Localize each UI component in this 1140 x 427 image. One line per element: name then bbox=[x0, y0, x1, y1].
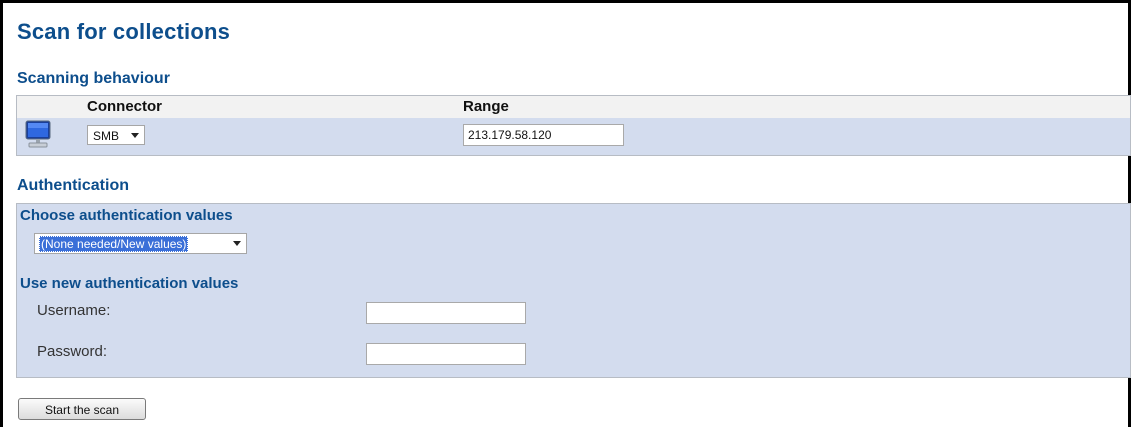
connector-select-value: SMB bbox=[93, 129, 120, 143]
scanning-row: SMB bbox=[17, 118, 1130, 155]
authentication-panel: Choose authentication values (None neede… bbox=[16, 203, 1131, 378]
scanning-table-header: Connector Range bbox=[17, 96, 1130, 119]
scanning-heading: Scanning behaviour bbox=[17, 70, 170, 87]
range-input[interactable] bbox=[463, 124, 624, 146]
password-field[interactable] bbox=[366, 343, 526, 365]
auth-values-select[interactable]: (None needed/New values) bbox=[34, 233, 247, 254]
range-column-header: Range bbox=[463, 98, 509, 115]
chevron-down-icon bbox=[233, 241, 241, 246]
username-field[interactable] bbox=[366, 302, 526, 324]
chevron-down-icon bbox=[131, 133, 139, 138]
start-scan-button[interactable]: Start the scan bbox=[18, 398, 146, 420]
scanning-table: Connector Range SMB bbox=[16, 95, 1131, 156]
username-label: Username: bbox=[37, 302, 111, 319]
authentication-heading: Authentication bbox=[17, 177, 129, 194]
new-auth-heading: Use new authentication values bbox=[20, 275, 239, 292]
connector-select[interactable]: SMB bbox=[87, 125, 145, 145]
computer-monitor-icon bbox=[25, 120, 51, 148]
auth-values-select-value: (None needed/New values) bbox=[39, 236, 189, 252]
page-title: Scan for collections bbox=[17, 19, 231, 44]
connector-column-header: Connector bbox=[87, 98, 162, 115]
password-label: Password: bbox=[37, 343, 108, 360]
choose-auth-heading: Choose authentication values bbox=[20, 207, 233, 224]
